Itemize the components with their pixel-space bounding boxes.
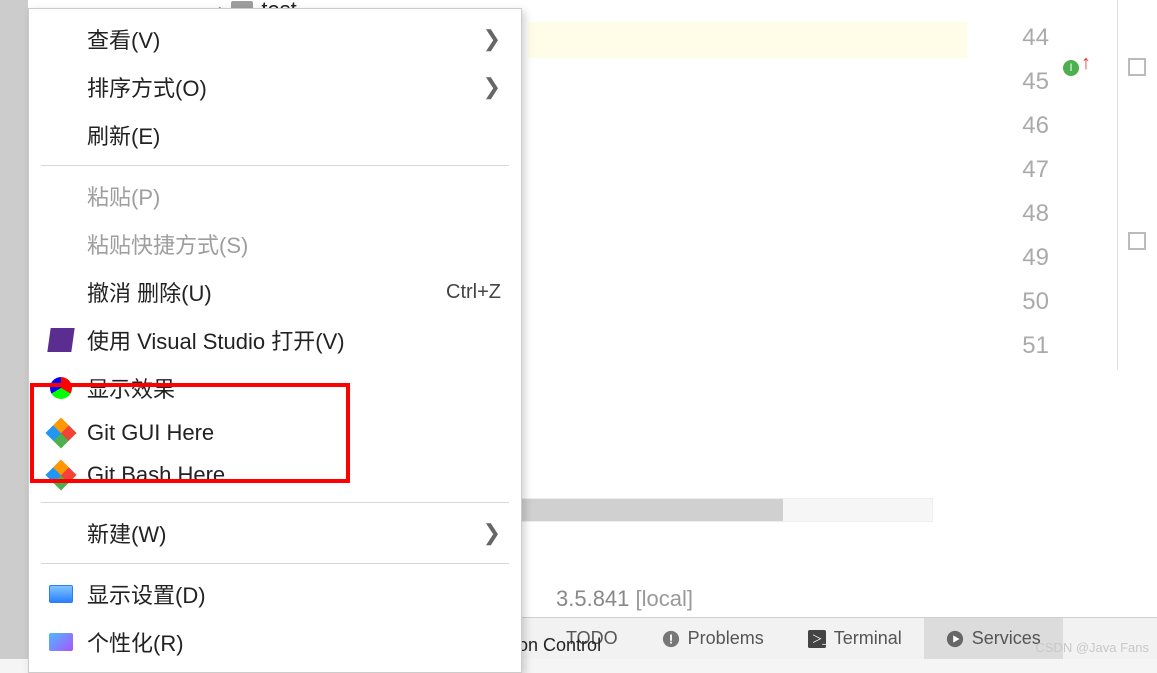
- watermark: CSDN @Java Fans: [1035, 640, 1149, 655]
- overview-marker[interactable]: [1128, 232, 1146, 250]
- menu-git-bash-label: Git Bash Here: [87, 462, 501, 488]
- menu-paste: 粘贴(P): [31, 172, 519, 220]
- version-scope: [local]: [636, 586, 693, 611]
- menu-personalize-label: 个性化(R): [87, 626, 501, 658]
- menu-refresh-label: 刷新(E): [87, 119, 501, 151]
- blank-icon: [45, 183, 77, 209]
- arrow-up-icon[interactable]: ↑: [1081, 52, 1091, 75]
- monitor-icon: [45, 581, 77, 607]
- menu-display-effect[interactable]: 显示效果: [31, 364, 519, 412]
- personalize-icon: [45, 629, 77, 655]
- tab-terminal[interactable]: ＞_ Terminal: [786, 618, 924, 659]
- menu-separator: [41, 563, 509, 564]
- menu-paste-shortcut-label: 粘贴快捷方式(S): [87, 228, 501, 260]
- gutter-markers: I ↑: [1059, 0, 1099, 370]
- services-label: Services: [972, 628, 1041, 649]
- menu-display-settings-label: 显示设置(D): [87, 578, 501, 610]
- menu-paste-shortcut: 粘贴快捷方式(S): [31, 220, 519, 268]
- terminal-label: Terminal: [834, 628, 902, 649]
- context-menu: 查看(V) ❯ 排序方式(O) ❯ 刷新(E) 粘贴(P) 粘贴快捷方式(S) …: [28, 8, 522, 673]
- terminal-icon: ＞_: [808, 630, 826, 648]
- blank-icon: [45, 231, 77, 257]
- svg-text:＞_: ＞_: [811, 633, 825, 645]
- problems-label: Problems: [688, 628, 764, 649]
- submenu-arrow-icon: ❯: [483, 520, 501, 546]
- blank-icon: [45, 122, 77, 148]
- line-numbers: 44 45 46 47 48 49 50 51: [1022, 16, 1049, 368]
- menu-view[interactable]: 查看(V) ❯: [31, 15, 519, 63]
- menu-new[interactable]: 新建(W) ❯: [31, 509, 519, 557]
- menu-git-bash-here[interactable]: Git Bash Here: [31, 454, 519, 496]
- menu-view-label: 查看(V): [87, 23, 483, 55]
- menu-git-gui-here[interactable]: Git GUI Here: [31, 412, 519, 454]
- rgb-circle-icon: [45, 375, 77, 401]
- menu-refresh[interactable]: 刷新(E): [31, 111, 519, 159]
- git-icon: [45, 420, 77, 446]
- menu-separator: [41, 502, 509, 503]
- problems-icon: [662, 630, 680, 648]
- line-number: 46: [1022, 104, 1049, 148]
- version-number: 3.5.841: [556, 586, 629, 611]
- overview-ruler[interactable]: [1117, 0, 1157, 370]
- menu-display-settings[interactable]: 显示设置(D): [31, 570, 519, 618]
- line-number: 47: [1022, 148, 1049, 192]
- menu-undo-delete-shortcut: Ctrl+Z: [446, 281, 501, 304]
- overview-marker[interactable]: [1128, 58, 1146, 76]
- menu-new-label: 新建(W): [87, 517, 483, 549]
- blank-icon: [45, 74, 77, 100]
- submenu-arrow-icon: ❯: [483, 74, 501, 100]
- blank-icon: [45, 520, 77, 546]
- menu-undo-delete[interactable]: 撤消 删除(U) Ctrl+Z: [31, 268, 519, 316]
- ide-left-margin: [0, 0, 28, 659]
- submenu-arrow-icon: ❯: [483, 26, 501, 52]
- menu-git-gui-label: Git GUI Here: [87, 420, 501, 446]
- visual-studio-icon: [45, 327, 77, 353]
- info-marker-icon[interactable]: I: [1063, 60, 1079, 76]
- blank-icon: [45, 279, 77, 305]
- menu-undo-delete-label: 撤消 删除(U): [87, 276, 446, 308]
- services-icon: [946, 630, 964, 648]
- line-number: 48: [1022, 192, 1049, 236]
- menu-paste-label: 粘贴(P): [87, 180, 501, 212]
- blank-icon: [45, 26, 77, 52]
- tab-problems[interactable]: Problems: [640, 618, 786, 659]
- git-icon: [45, 462, 77, 488]
- menu-separator: [41, 165, 509, 166]
- menu-open-vs-label: 使用 Visual Studio 打开(V): [87, 324, 501, 356]
- version-info: 3.5.841 [local]: [556, 586, 693, 612]
- line-number: 44: [1022, 16, 1049, 60]
- editor-gutter: 44 45 46 47 48 49 50 51 I ↑: [967, 0, 1157, 659]
- line-number: 51: [1022, 324, 1049, 368]
- line-number: 50: [1022, 280, 1049, 324]
- menu-sort-label: 排序方式(O): [87, 71, 483, 103]
- line-number: 45: [1022, 60, 1049, 104]
- menu-sort[interactable]: 排序方式(O) ❯: [31, 63, 519, 111]
- menu-open-visual-studio[interactable]: 使用 Visual Studio 打开(V): [31, 316, 519, 364]
- line-number: 49: [1022, 236, 1049, 280]
- menu-display-effect-label: 显示效果: [87, 372, 501, 404]
